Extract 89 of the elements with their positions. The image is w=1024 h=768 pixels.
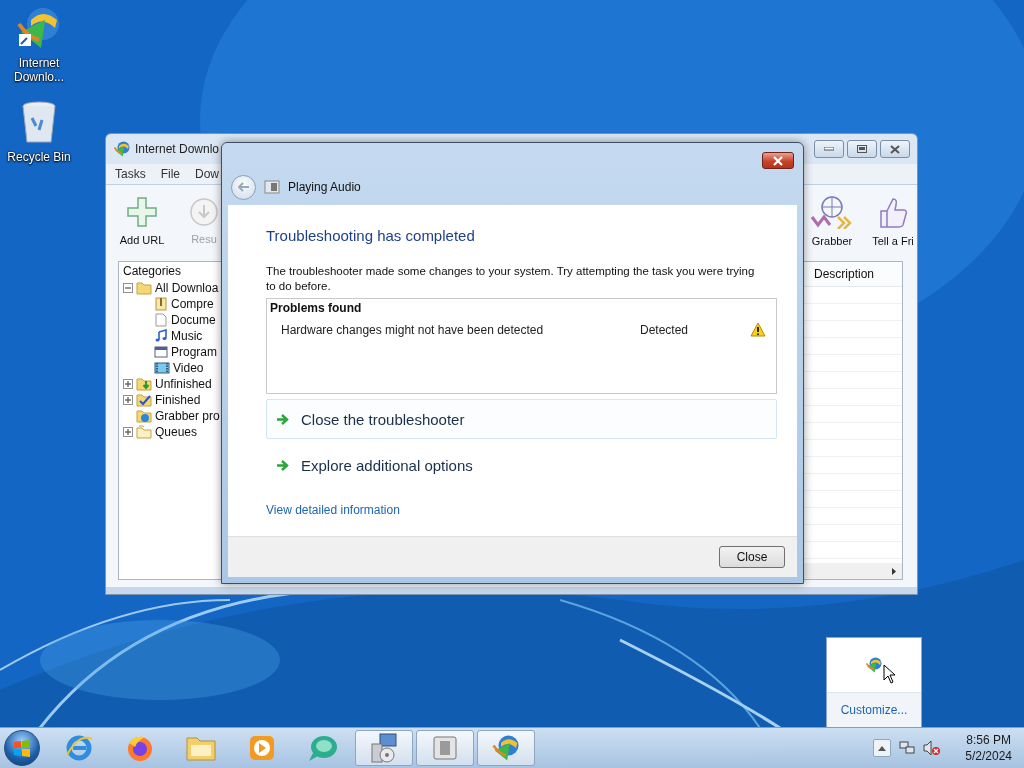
start-button[interactable] [4,730,40,766]
collapse-toggle[interactable] [123,283,133,293]
computer-disc-icon [368,732,400,764]
toolbar-button[interactable]: Add URL [113,185,171,257]
tree-item[interactable]: Grabber pro [155,409,220,423]
maximize-button[interactable] [847,140,877,158]
minus-icon [125,285,131,291]
close-button[interactable] [762,152,794,169]
plus-icon [126,196,158,228]
minimize-button[interactable] [814,140,844,158]
close-button[interactable] [880,140,910,158]
taskbar-app[interactable] [355,730,413,766]
thumbs-up-icon [878,195,908,229]
folder-icon [136,281,152,295]
back-arrow-icon [237,182,250,192]
expand-toggle[interactable] [123,427,133,437]
globe-arrow-icon [491,733,521,763]
globe-arrow-icon [865,656,883,674]
tree-title: Categories [123,264,183,280]
panel-title: Problems found [270,301,363,315]
show-hidden-icons-button[interactable] [873,739,892,757]
tree-item[interactable]: Music [171,329,203,343]
arrow-icon [277,459,289,471]
toolbar-button[interactable]: Grabber [805,185,859,257]
dialog-message: The troubleshooter made some changes to your system. Try attempting the task you were trying to do before. [266,264,756,294]
expand-toggle[interactable] [123,379,133,389]
plus-icon [125,381,131,387]
problem-text: Hardware changes might not have been detected [281,322,545,337]
menu-item[interactable]: Dow [195,167,220,181]
details-link[interactable]: View detailed information [266,503,400,517]
speech-bubble-icon [307,733,339,763]
back-button[interactable] [231,174,256,200]
volume-muted-icon[interactable] [923,740,942,756]
photo-frame-icon [431,734,459,762]
tree-item[interactable]: Video [173,361,204,375]
desktop-icon-label[interactable]: Internet Downlo... [6,56,72,84]
close-icon [772,155,784,166]
tree-item[interactable]: Compre [171,297,214,311]
dialog-title: Playing Audio [288,180,361,194]
folder-icon [185,734,217,762]
tree-item[interactable]: Unfinished [155,377,212,391]
minimize-icon [824,147,834,151]
tree-item[interactable]: Finished [155,393,201,407]
column-header[interactable]: Description [804,262,902,287]
network-icon[interactable] [899,740,916,756]
scrollbar[interactable] [804,563,902,579]
command-link[interactable]: Explore additional options [266,445,777,485]
scroll-right-icon [892,567,896,575]
taskbar-app[interactable] [416,730,474,766]
browser-e-icon [64,733,94,763]
taskbar-app[interactable] [477,730,535,766]
folder-download-icon [136,377,152,391]
tree-item[interactable]: Program [171,345,217,359]
music-note-icon [154,329,168,343]
arrow-icon [277,413,289,425]
folder-check-icon [136,393,152,407]
document-icon [154,313,168,327]
close-dialog-button[interactable]: Close [719,546,785,568]
tree-item[interactable]: Docume [171,313,216,327]
toolbar-button[interactable]: Tell a Fri [865,185,917,257]
film-icon [154,361,170,375]
window-icon [154,345,168,359]
customize-link[interactable]: Customize... [827,693,921,727]
recycle-bin-icon [20,100,58,146]
command-link[interactable]: Close the troubleshooter [266,399,777,439]
zip-file-icon [154,297,168,311]
windows-logo [12,738,32,758]
menu-item[interactable]: File [160,167,181,181]
up-caret-icon [878,745,887,751]
window-title: Internet Downlo [135,142,220,156]
clock[interactable]: 8:56 PM 5/2/2024 [957,732,1020,764]
speaker-icon [264,180,280,194]
close-icon [890,144,900,154]
expand-toggle[interactable] [123,395,133,405]
warning-icon [750,322,766,337]
mouse-cursor-icon [883,664,897,684]
plus-icon [125,397,131,403]
folders-icon [136,425,152,439]
tree-item[interactable]: Queues [155,425,198,439]
tree-item[interactable]: All Downloa [155,281,219,295]
dialog-heading: Troubleshooting has completed [266,227,476,244]
globe-arrow-icon [113,140,131,158]
problem-status: Detected [640,322,690,337]
maximize-icon [857,145,867,153]
menu-item[interactable]: Tasks [115,167,146,181]
plus-icon [125,429,131,435]
play-icon [247,733,277,763]
desktop-icon-label[interactable]: Recycle Bin [6,150,72,164]
folder-globe-icon [136,409,152,423]
